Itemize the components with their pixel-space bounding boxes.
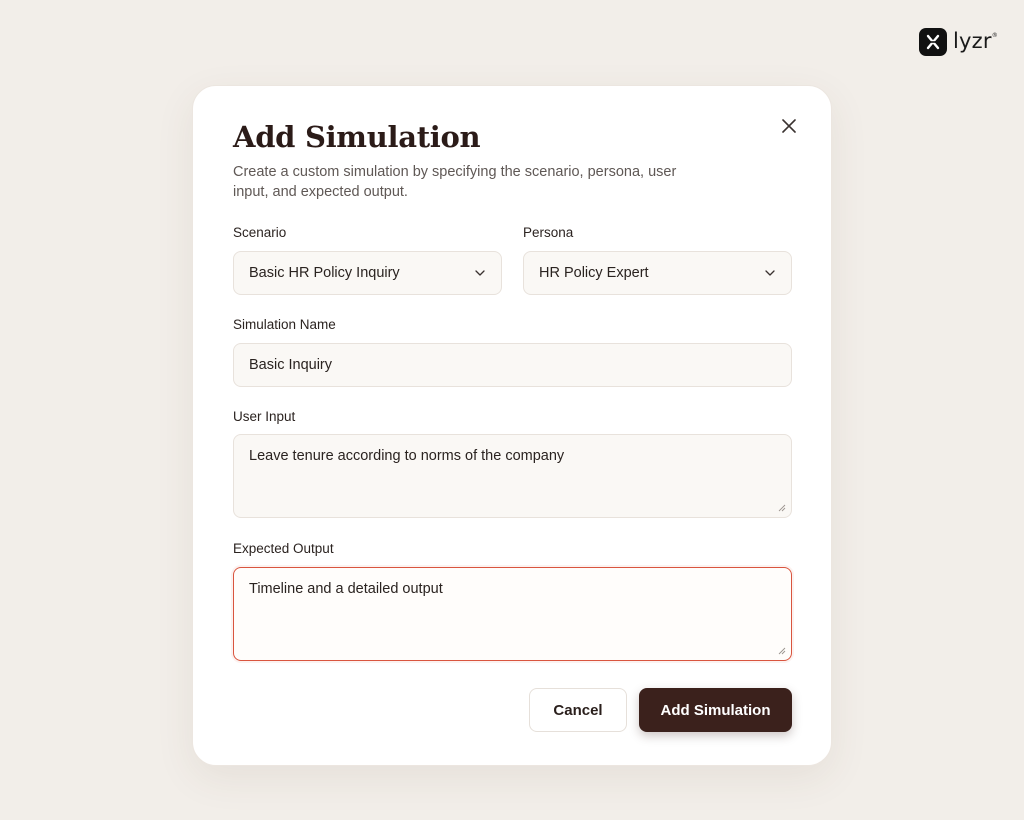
scenario-label: Scenario xyxy=(233,225,287,240)
close-button[interactable] xyxy=(779,116,799,136)
expected-output-value: Timeline and a detailed output xyxy=(249,581,443,597)
close-icon xyxy=(782,119,796,133)
brand-name: lyzr® xyxy=(953,29,998,53)
chevron-down-icon xyxy=(475,270,485,276)
expected-output-label: Expected Output xyxy=(233,541,334,556)
cancel-button[interactable]: Cancel xyxy=(529,688,627,732)
resize-grip-icon[interactable] xyxy=(778,647,786,655)
add-simulation-button[interactable]: Add Simulation xyxy=(639,688,792,732)
simulation-name-label: Simulation Name xyxy=(233,317,336,332)
simulation-name-input[interactable]: Basic Inquiry xyxy=(233,343,792,387)
scenario-value: Basic HR Policy Inquiry xyxy=(249,265,400,281)
user-input-textarea[interactable]: Leave tenure according to norms of the c… xyxy=(233,434,792,518)
user-input-value: Leave tenure according to norms of the c… xyxy=(249,448,565,464)
user-input-label: User Input xyxy=(233,409,296,424)
expected-output-textarea[interactable]: Timeline and a detailed output xyxy=(233,567,792,661)
persona-select[interactable]: HR Policy Expert xyxy=(523,251,792,295)
modal-title: Add Simulation xyxy=(233,120,481,154)
simulation-name-value: Basic Inquiry xyxy=(249,357,333,373)
add-simulation-modal: Add Simulation Create a custom simulatio… xyxy=(192,85,832,766)
persona-label: Persona xyxy=(523,225,574,240)
lyzr-logo-icon xyxy=(919,28,947,56)
chevron-down-icon xyxy=(765,270,775,276)
scenario-select[interactable]: Basic HR Policy Inquiry xyxy=(233,251,502,295)
resize-grip-icon[interactable] xyxy=(778,504,786,512)
lyzr-logo: lyzr® xyxy=(919,28,998,56)
persona-value: HR Policy Expert xyxy=(539,265,649,281)
modal-subtitle: Create a custom simulation by specifying… xyxy=(233,164,677,200)
